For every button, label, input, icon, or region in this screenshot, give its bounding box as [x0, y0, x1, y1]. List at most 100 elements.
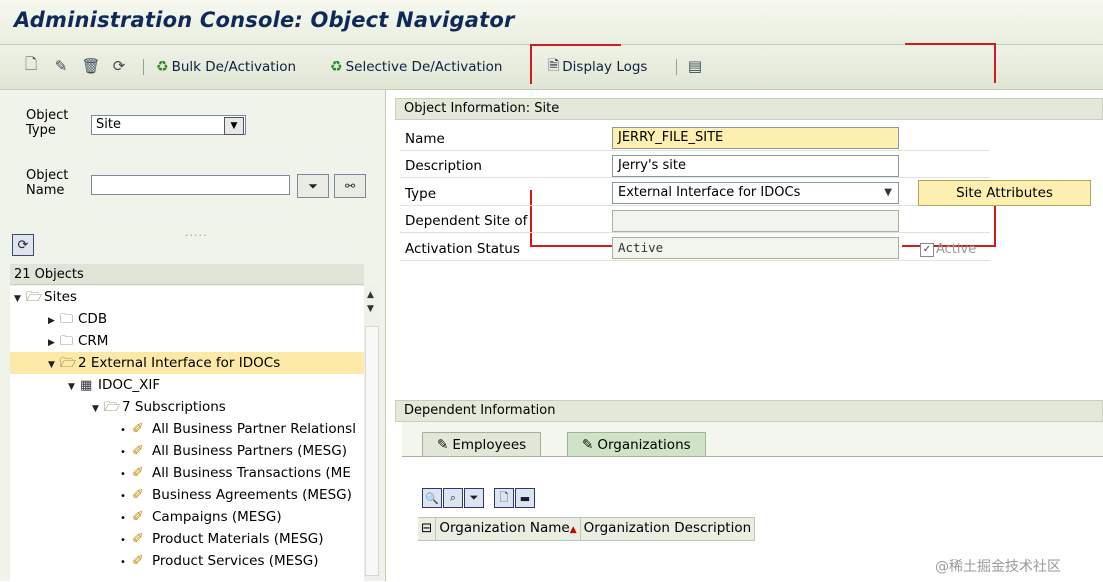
grid-header: ⊟ Organization Name▲ Organization Descri…	[418, 517, 756, 541]
scrollbar-thumb[interactable]	[365, 326, 379, 576]
annotation-line	[905, 43, 995, 45]
new-row-icon[interactable]: 🗋	[494, 488, 514, 508]
subscription-icon: ✐	[132, 487, 144, 503]
expand-triangle-icon: ▼	[92, 404, 99, 414]
pencil-icon: ✎	[437, 436, 449, 453]
checkmark-icon: ✓	[920, 242, 934, 257]
column-org-description[interactable]: Organization Description	[581, 518, 756, 540]
subscription-icon: ✐	[132, 443, 144, 459]
object-tree: ▼ 🗁 Sites ▶ 🗀 CDB ▶ 🗀 CRM ▼ 🗁 2 External Interfa…	[10, 286, 364, 581]
chevron-down-icon[interactable]: ▼	[224, 117, 244, 135]
tree-node-subscription[interactable]: • ✐ Product Materials (MESG)	[10, 528, 364, 550]
details-icon[interactable]: 🔍	[422, 488, 442, 508]
tree-node-subscription[interactable]: • ✐ Business Agreements (MESG)	[10, 484, 364, 506]
chevron-down-icon[interactable]: ▼	[884, 183, 892, 203]
site-attributes-button[interactable]: Site Attributes	[918, 180, 1091, 206]
scroll-up-icon: ▲	[367, 290, 374, 300]
active-checkbox-label: Active	[936, 242, 977, 257]
tree-node-subscription[interactable]: • ✐ All Business Partner Relationsl	[10, 418, 364, 440]
refresh-icon: ⟳	[17, 237, 29, 253]
subscription-icon: ✐	[132, 553, 144, 569]
tree-count-header: 21 Objects	[10, 264, 364, 285]
object-name-input[interactable]	[91, 175, 290, 195]
annotation-line	[994, 43, 996, 83]
filter-icon[interactable]: ⏷	[464, 488, 484, 508]
folder-icon: 🗀	[60, 334, 74, 349]
tree-node-sites[interactable]: ▼ 🗁 Sites	[10, 286, 364, 308]
tree-node-idoc-xif[interactable]: ▼ ▦ IDOC_XIF	[10, 374, 364, 396]
table-view-icon[interactable]: ▤	[686, 57, 704, 75]
folder-open-icon: 🗁	[60, 356, 77, 371]
toolbar-separator	[143, 59, 144, 75]
object-type-select[interactable]: Site ▼	[91, 115, 246, 135]
expand-triangle-icon: ▼	[68, 382, 75, 392]
activation-status-label: Activation Status	[405, 241, 520, 257]
display-logs-button[interactable]: 🗎 Display Logs	[548, 57, 647, 77]
bulk-deactivation-button[interactable]: ♻ Bulk De/Activation	[156, 57, 296, 77]
tree-node-subscription[interactable]: • ✐ Campaigns (MESG)	[10, 506, 364, 528]
edit-icon[interactable]: ✎	[52, 57, 70, 75]
selective-deactivation-label: Selective De/Activation	[345, 59, 503, 75]
toolbar: 🗋 ✎ 🗑 ⟳ ♻ Bulk De/Activation ♻ Selective…	[0, 45, 1103, 90]
search-button[interactable]: ⚯	[334, 174, 366, 198]
selective-deactivation-button[interactable]: ♻ Selective De/Activation	[330, 57, 502, 77]
dependent-info-header: Dependent Information	[395, 400, 1103, 422]
tree-node-subscription[interactable]: • ✐ All Business Partners (MESG)	[10, 440, 364, 462]
find-icon[interactable]: ⌕	[443, 488, 463, 508]
folder-icon: 🗀	[60, 312, 74, 327]
name-label: Name	[405, 131, 445, 147]
folder-open-icon: 🗁	[26, 290, 43, 305]
annotation-line	[530, 44, 532, 84]
title-bar: Administration Console: Object Navigator	[0, 0, 1103, 45]
column-org-name[interactable]: Organization Name▲	[436, 518, 581, 540]
filter-button[interactable]: ⏷	[297, 174, 329, 198]
collapsed-triangle-icon: ▶	[48, 316, 55, 326]
refresh-icon[interactable]: ⟳	[110, 57, 128, 75]
select-all-icon[interactable]: ⊟	[418, 518, 437, 540]
dependent-information-panel: Dependent Information ✎ Employees ✎ Orga…	[395, 400, 1103, 582]
expand-triangle-icon: ▼	[14, 294, 21, 304]
tab-organizations[interactable]: ✎ Organizations	[567, 432, 706, 456]
description-field[interactable]: Jerry's site	[612, 155, 899, 177]
hierarchy-icon: ▦	[80, 378, 93, 393]
display-logs-label: Display Logs	[562, 59, 648, 75]
type-label: Type	[405, 186, 437, 202]
tree-node-subscription[interactable]: • ✐ All Business Transactions (ME	[10, 462, 364, 484]
pencil-icon: ✎	[582, 436, 594, 453]
new-document-icon[interactable]: 🗋	[22, 55, 40, 75]
activation-icon: ♻	[330, 59, 343, 75]
object-type-label: Object Type	[26, 108, 69, 138]
tree-node-subscriptions[interactable]: ▼ 🗁 7 Subscriptions	[10, 396, 364, 418]
type-select[interactable]: External Interface for IDOCs ▼	[612, 182, 899, 204]
collapsed-triangle-icon: ▶	[48, 338, 55, 348]
tree-refresh-button[interactable]: ⟳	[12, 234, 34, 256]
tree-scrollbar[interactable]: ▲ ▼	[364, 286, 380, 581]
scroll-down-icon: ▼	[367, 304, 374, 314]
delete-row-icon[interactable]: ▬	[515, 488, 535, 508]
glasses-icon: ⚯	[344, 179, 356, 193]
folder-open-icon: 🗁	[104, 400, 121, 415]
left-panel: Object Type Site ▼ Object Name ⏷ ⚯ ..... ⟳…	[0, 90, 386, 581]
expand-triangle-icon: ▼	[48, 360, 55, 370]
splitter-handle[interactable]: .....	[185, 226, 207, 239]
toolbar-separator	[676, 59, 677, 75]
tab-employees[interactable]: ✎ Employees	[422, 432, 542, 456]
log-icon: 🗎	[548, 58, 560, 74]
name-field[interactable]: JERRY_FILE_SITE	[612, 127, 899, 149]
dependent-site-field	[612, 210, 899, 232]
tree-node-external-interface[interactable]: ▼ 🗁 2 External Interface for IDOCs	[10, 352, 364, 374]
grid-toolbar: 🔍 ⌕ ⏷ 🗋 ▬	[422, 487, 535, 509]
subscription-icon: ✐	[132, 509, 144, 525]
annotation-line	[530, 44, 621, 46]
description-label: Description	[405, 158, 482, 174]
filter-icon: ⏷	[308, 178, 318, 193]
object-type-value: Site	[96, 117, 121, 132]
object-info-header: Object Information: Site	[395, 98, 1103, 120]
tree-node-cdb[interactable]: ▶ 🗀 CDB	[10, 308, 364, 330]
trash-icon[interactable]: 🗑	[81, 57, 100, 75]
bulk-deactivation-label: Bulk De/Activation	[171, 59, 297, 75]
object-name-label: Object Name	[26, 168, 69, 198]
tree-node-subscription[interactable]: • ✐ Product Services (MESG)	[10, 550, 364, 572]
tree-node-crm[interactable]: ▶ 🗀 CRM	[10, 330, 364, 352]
page-title: Administration Console: Object Navigator	[14, 8, 515, 32]
